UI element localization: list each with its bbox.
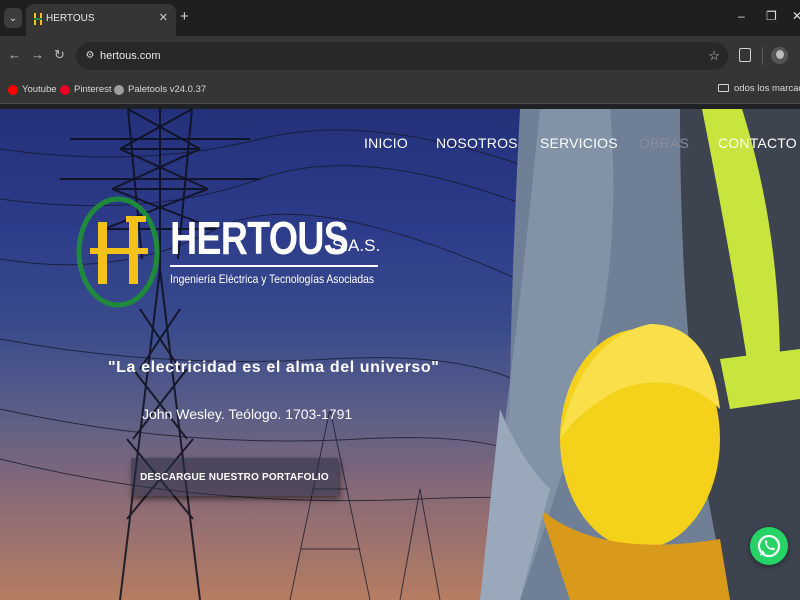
browser-tab[interactable]: HERTOUS ✕ — [26, 4, 176, 36]
profile-avatar[interactable] — [771, 47, 788, 64]
folder-icon — [718, 84, 729, 92]
hero-quote: "La electricidad es el alma del universo… — [108, 359, 440, 376]
brand-underline — [170, 265, 378, 267]
tab-strip: ⌄ HERTOUS ✕ + – ❐ ✕ — [0, 0, 800, 36]
bookmark-label: Paletools v24.0.37 — [128, 84, 207, 95]
nav-nosotros[interactable]: NOSOTROS — [436, 135, 518, 151]
bookmark-label: Youtube — [22, 84, 57, 95]
close-window-button[interactable]: ✕ — [792, 9, 800, 23]
bookmark-pinterest[interactable]: Pinterest — [60, 84, 112, 95]
extensions-icon[interactable] — [739, 48, 751, 62]
nav-servicios[interactable]: SERVICIOS — [540, 135, 618, 151]
brand-name: HERTOUS — [170, 212, 349, 264]
back-arrow-icon[interactable]: ← — [8, 48, 21, 62]
new-tab-button[interactable]: + — [180, 9, 189, 25]
tab-search-button[interactable]: ⌄ — [4, 8, 22, 28]
nav-obras[interactable]: OBRAS — [639, 135, 689, 151]
hertous-logo[interactable]: HERTOUS S.A.S. Ingeniería Eléctrica y Te… — [76, 194, 386, 314]
reload-icon[interactable]: ↻ — [54, 48, 65, 62]
bookmark-paletools[interactable]: Paletools v24.0.37 — [114, 84, 206, 95]
bookmarks-bar: Youtube Pinterest Paletools v24.0.37 odo… — [0, 76, 800, 104]
tab-close-icon[interactable]: ✕ — [159, 11, 168, 24]
tab-title: HERTOUS — [46, 13, 95, 24]
brand-tagline: Ingeniería Eléctrica y Tecnologías Asoci… — [170, 272, 375, 286]
minimize-button[interactable]: – — [738, 9, 745, 23]
bookmark-youtube[interactable]: Youtube — [8, 84, 57, 95]
youtube-icon — [8, 84, 18, 95]
nav-contacto[interactable]: CONTACTO — [718, 135, 797, 151]
site-info-icon[interactable]: ⚙ — [82, 48, 98, 64]
logo-emblem-icon — [76, 196, 160, 308]
restore-button[interactable]: ❐ — [766, 9, 777, 23]
brand-suffix: S.A.S. — [332, 236, 381, 255]
address-bar[interactable]: ⚙ hertous.com ☆ — [76, 42, 728, 70]
browser-toolbar: ← → ↻ ⚙ hertous.com ☆ — [0, 36, 800, 76]
url-text[interactable]: hertous.com — [100, 50, 161, 62]
all-bookmarks-label: odos los marcador — [734, 83, 800, 94]
pinterest-icon — [60, 84, 70, 95]
hero-section: INICIO NOSOTROS SERVICIOS OBRAS CONTACTO… — [0, 109, 800, 600]
whatsapp-icon — [757, 534, 781, 558]
transmission-tower-image — [0, 109, 560, 600]
toolbar-divider — [762, 47, 763, 65]
whatsapp-button[interactable] — [750, 527, 788, 565]
all-bookmarks[interactable]: odos los marcador — [718, 83, 800, 94]
download-portfolio-button[interactable]: DESCARGUE NUESTRO PORTAFOLIO — [131, 458, 338, 496]
forward-arrow-icon[interactable]: → — [31, 48, 44, 62]
nav-inicio[interactable]: INICIO — [364, 135, 408, 151]
quote-author: John Wesley. Teólogo. 1703-1791 — [142, 406, 353, 422]
globe-icon — [114, 84, 124, 95]
bookmark-label: Pinterest — [74, 84, 112, 95]
hertous-favicon-icon — [34, 13, 42, 25]
bookmark-star-icon[interactable]: ☆ — [708, 48, 720, 64]
